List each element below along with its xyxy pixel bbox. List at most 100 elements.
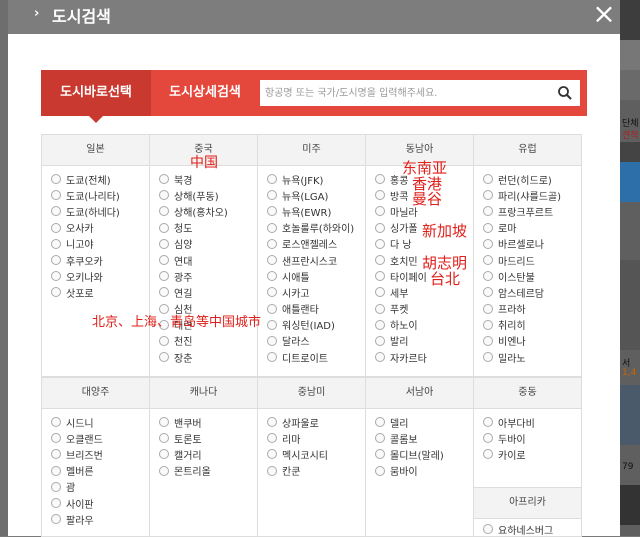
radio-icon[interactable] <box>375 449 385 460</box>
radio-icon[interactable] <box>267 287 277 298</box>
radio-icon[interactable] <box>267 433 277 444</box>
city-option[interactable]: 후쿠오카 <box>51 252 149 268</box>
radio-icon[interactable] <box>267 222 277 233</box>
city-option[interactable]: 콜롬보 <box>375 430 473 446</box>
radio-icon[interactable] <box>51 465 61 476</box>
city-option[interactable]: 상파울로 <box>267 414 365 430</box>
radio-icon[interactable] <box>159 238 169 249</box>
tab-detail-search[interactable]: 도시상세검색 <box>151 70 259 116</box>
city-option[interactable]: 자카르타 <box>375 349 473 365</box>
radio-icon[interactable] <box>483 319 493 330</box>
radio-icon[interactable] <box>267 174 277 185</box>
radio-icon[interactable] <box>375 465 385 476</box>
city-option[interactable]: 카이로 <box>483 446 581 462</box>
city-option[interactable]: 요하네스버그 <box>483 521 553 537</box>
city-option[interactable]: 오사카 <box>51 220 149 236</box>
city-option[interactable]: 장춘 <box>159 349 257 365</box>
city-option[interactable]: 몬트리올 <box>159 463 257 479</box>
city-option[interactable]: 취리히 <box>483 317 581 333</box>
radio-icon[interactable] <box>375 174 385 185</box>
city-option[interactable]: 뉴욕(LGA) <box>267 187 365 203</box>
radio-icon[interactable] <box>267 303 277 314</box>
city-option[interactable]: 호놀룰루(하와이) <box>267 220 365 236</box>
radio-icon[interactable] <box>159 449 169 460</box>
radio-icon[interactable] <box>483 190 493 201</box>
city-option[interactable]: 심양 <box>159 236 257 252</box>
city-option[interactable]: 달라스 <box>267 333 365 349</box>
city-option[interactable]: 하노이 <box>375 317 473 333</box>
radio-icon[interactable] <box>51 222 61 233</box>
radio-icon[interactable] <box>267 238 277 249</box>
city-option[interactable]: 칸쿤 <box>267 463 365 479</box>
radio-icon[interactable] <box>483 335 493 346</box>
radio-icon[interactable] <box>483 352 493 363</box>
radio-icon[interactable] <box>159 287 169 298</box>
city-option[interactable]: 뭄바이 <box>375 463 473 479</box>
radio-icon[interactable] <box>159 433 169 444</box>
radio-icon[interactable] <box>375 417 385 428</box>
city-option[interactable]: 브리즈번 <box>51 446 149 462</box>
radio-icon[interactable] <box>375 335 385 346</box>
city-option[interactable]: 델리 <box>375 414 473 430</box>
city-option[interactable]: 오키나와 <box>51 268 149 284</box>
city-option[interactable]: 상해(홍차오) <box>159 203 257 219</box>
radio-icon[interactable] <box>159 335 169 346</box>
city-option[interactable]: 팔라우 <box>51 511 149 527</box>
city-option[interactable]: 파리(샤를드골) <box>483 187 581 203</box>
city-option[interactable]: 오클랜드 <box>51 430 149 446</box>
city-option[interactable]: 청도 <box>159 220 257 236</box>
radio-icon[interactable] <box>483 222 493 233</box>
city-option[interactable]: 연대 <box>159 252 257 268</box>
tab-quick-select[interactable]: 도시바로선택 <box>41 70 151 123</box>
radio-icon[interactable] <box>159 206 169 217</box>
city-option[interactable]: 바르셀로나 <box>483 236 581 252</box>
city-option[interactable]: 샌프란시스코 <box>267 252 365 268</box>
city-option[interactable]: 디트로이트 <box>267 349 365 365</box>
radio-icon[interactable] <box>51 449 61 460</box>
radio-icon[interactable] <box>267 206 277 217</box>
city-option[interactable]: 몰디브(말레) <box>375 446 473 462</box>
radio-icon[interactable] <box>375 319 385 330</box>
radio-icon[interactable] <box>267 417 277 428</box>
search-input[interactable] <box>260 80 580 106</box>
radio-icon[interactable] <box>375 206 385 217</box>
city-option[interactable]: 암스테르담 <box>483 284 581 300</box>
radio-icon[interactable] <box>267 190 277 201</box>
radio-icon[interactable] <box>159 174 169 185</box>
radio-icon[interactable] <box>483 271 493 282</box>
radio-icon[interactable] <box>51 498 61 509</box>
city-option[interactable]: 뉴욕(JFK) <box>267 171 365 187</box>
radio-icon[interactable] <box>51 206 61 217</box>
city-option[interactable]: 프랑크푸르트 <box>483 203 581 219</box>
city-option[interactable]: 연길 <box>159 284 257 300</box>
radio-icon[interactable] <box>159 271 169 282</box>
city-option[interactable]: 마드리드 <box>483 252 581 268</box>
radio-icon[interactable] <box>375 303 385 314</box>
radio-icon[interactable] <box>375 222 385 233</box>
radio-icon[interactable] <box>483 238 493 249</box>
city-option[interactable]: 멕시코시티 <box>267 446 365 462</box>
city-option[interactable]: 상해(푸동) <box>159 187 257 203</box>
radio-icon[interactable] <box>483 417 493 428</box>
radio-icon[interactable] <box>159 352 169 363</box>
radio-icon[interactable] <box>483 524 493 535</box>
radio-icon[interactable] <box>51 287 61 298</box>
city-option[interactable]: 비엔나 <box>483 333 581 349</box>
radio-icon[interactable] <box>375 287 385 298</box>
city-option[interactable]: 괌 <box>51 479 149 495</box>
city-option[interactable]: 이스탄불 <box>483 268 581 284</box>
city-option[interactable]: 도쿄(나리타) <box>51 187 149 203</box>
radio-icon[interactable] <box>159 417 169 428</box>
city-option[interactable]: 시애틀 <box>267 268 365 284</box>
radio-icon[interactable] <box>51 238 61 249</box>
city-option[interactable]: 도쿄(전체) <box>51 171 149 187</box>
radio-icon[interactable] <box>159 255 169 266</box>
city-option[interactable]: 밀라노 <box>483 349 581 365</box>
radio-icon[interactable] <box>483 303 493 314</box>
radio-icon[interactable] <box>375 190 385 201</box>
radio-icon[interactable] <box>375 352 385 363</box>
radio-icon[interactable] <box>483 174 493 185</box>
city-option[interactable]: 발리 <box>375 333 473 349</box>
city-option[interactable]: 시카고 <box>267 284 365 300</box>
radio-icon[interactable] <box>483 287 493 298</box>
